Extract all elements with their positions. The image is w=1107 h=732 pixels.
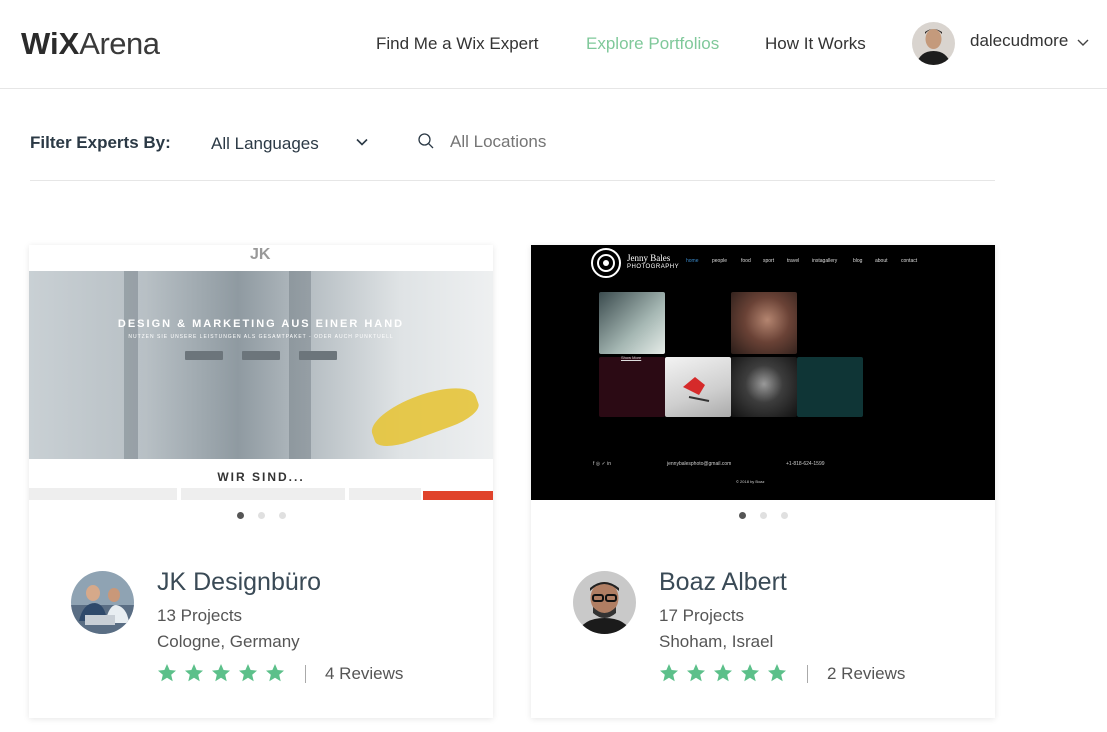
star-icon [239,664,257,682]
preview-nav-item: travel [787,258,800,264]
language-select-value: All Languages [211,134,319,153]
preview-pillar [289,271,311,459]
expert-reviews[interactable]: 2 Reviews [827,664,905,684]
star-icon [660,664,678,682]
expert-name[interactable]: Boaz Albert [659,568,787,597]
preview-photo-tile [665,357,731,417]
preview-brand-sub: PHOTOGRAPHY [627,264,680,270]
preview-pillar [124,271,138,459]
nav-how-it-works[interactable]: How It Works [765,34,866,54]
preview-nav-item: contact [901,258,918,264]
preview-brand: JK [250,246,271,263]
star-icon [687,664,705,682]
portfolio-preview[interactable]: JK DESIGN & MARKETING AUS EINER HAND NUT… [29,245,493,500]
rating-stars [659,663,787,683]
star-icon [714,664,732,682]
portfolio-preview[interactable]: Jenny Bales PHOTOGRAPHY home people food… [531,245,995,500]
user-menu[interactable]: dalecudmore [912,21,1090,65]
expert-card[interactable]: JK DESIGN & MARKETING AUS EINER HAND NUT… [29,245,493,718]
carousel-dots [29,512,493,519]
carousel-dots [531,512,995,519]
star-icon [741,664,759,682]
preview-nav-item: instagallery [812,258,838,264]
nav-explore-portfolios[interactable]: Explore Portfolios [586,34,719,54]
preview-phone: +1-818-624-1599 [786,461,825,467]
preview-nav-item: home [686,258,699,264]
rating-separator [305,665,306,683]
preview-headline: DESIGN & MARKETING AUS EINER HAND [117,318,405,330]
search-icon [418,133,434,149]
preview-nav-item: sport [763,258,775,264]
filter-label: Filter Experts By: [30,133,171,152]
preview-logo [591,248,621,278]
preview-photo-tile [731,357,797,417]
user-name: dalecudmore [970,31,1069,50]
preview-show-more: Show More [621,355,642,360]
carousel-dot[interactable] [236,512,244,519]
preview-email: jennybalesphoto@gmail.com [667,461,732,467]
carousel-dot[interactable] [278,512,286,519]
star-icon [158,664,176,682]
expert-avatar[interactable] [71,571,134,634]
wix-arena-logo[interactable]: WiXArena [21,26,160,62]
carousel-dot[interactable] [780,512,788,519]
preview-nav-item: food [741,258,751,264]
preview-section-title: WIR SIND... [217,470,305,484]
preview-social-icons: f ◎ ✓ in [593,461,612,467]
preview-subline: NUTZEN SIE UNSERE LEISTUNGEN ALS GESAMTP… [128,334,394,340]
expert-location: Cologne, Germany [157,632,300,651]
preview-photo-tile [599,292,665,354]
preview-brand: Jenny Bales [627,253,671,263]
language-select[interactable]: All Languages [202,124,373,181]
preview-red-tag [423,491,493,500]
preview-band [181,488,345,500]
expert-reviews[interactable]: 4 Reviews [325,664,403,684]
location-search[interactable] [417,124,604,181]
preview-photo-tile [731,292,797,354]
expert-card[interactable]: Jenny Bales PHOTOGRAPHY home people food… [531,245,995,718]
expert-avatar[interactable] [573,571,636,634]
rating-stars [157,663,285,683]
preview-nav-item: about [875,258,888,264]
chevron-down-icon[interactable] [1076,35,1090,49]
preview-photo-tile [599,357,665,417]
logo-wix-text: WiX [21,26,80,61]
carousel-dot[interactable] [759,512,767,519]
expert-projects: 17 Projects [659,606,745,625]
preview-nav-item: people [712,258,728,264]
carousel-dot[interactable] [257,512,265,519]
location-search-input[interactable] [450,130,600,154]
chevron-down-icon [356,138,368,146]
preview-button [242,351,280,360]
expert-location: Shoham, Israel [659,632,774,651]
star-icon [266,664,284,682]
star-icon [212,664,230,682]
star-icon [185,664,203,682]
preview-copyright: © 2018 by Boaz [736,479,765,484]
carousel-dot[interactable] [738,512,746,519]
star-icon [768,664,786,682]
expert-name[interactable]: JK Designbüro [157,568,321,597]
nav-find-expert[interactable]: Find Me a Wix Expert [376,34,539,54]
preview-button [299,351,337,360]
preview-band [349,488,421,500]
user-avatar[interactable] [912,21,955,65]
rating-separator [807,665,808,683]
expert-projects: 13 Projects [157,606,243,625]
logo-arena-text: Arena [79,26,160,61]
top-header: WiXArena Find Me a Wix Expert Explore Po… [0,0,1107,89]
preview-band [29,488,177,500]
preview-button [185,351,223,360]
preview-nav-item: blog [853,258,863,264]
preview-photo-tile [797,357,863,417]
filter-divider [30,180,995,181]
